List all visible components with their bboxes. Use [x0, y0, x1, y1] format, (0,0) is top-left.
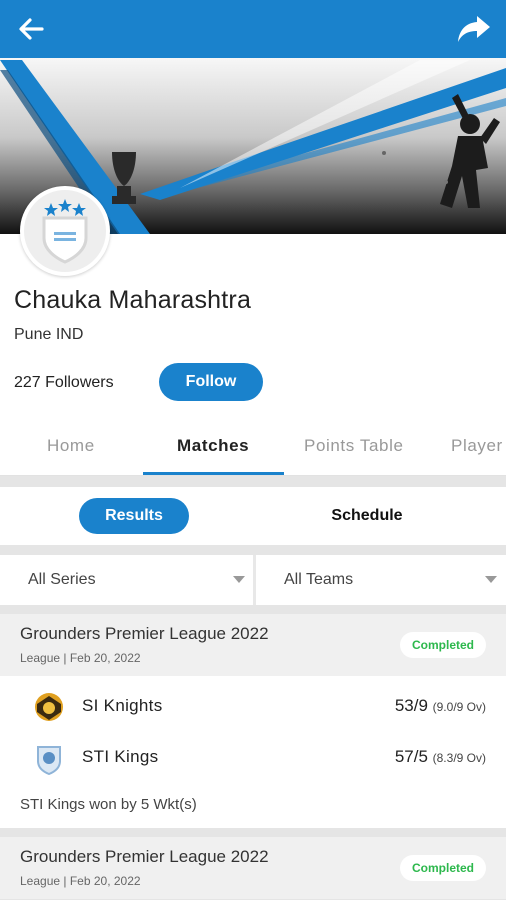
app-bar: [0, 0, 506, 58]
match-meta: League | Feb 20, 2022: [20, 874, 141, 888]
match-card-body[interactable]: SI Knights 53/9 (9.0/9 Ov) STI Kings 57/…: [0, 676, 506, 828]
follow-button[interactable]: Follow: [159, 363, 263, 401]
match-series-title: Grounders Premier League 2022: [20, 624, 269, 643]
team-score-row: SI Knights 53/9 (9.0/9 Ov): [0, 686, 506, 726]
tab-home[interactable]: Home: [47, 436, 95, 456]
match-meta: League | Feb 20, 2022: [20, 651, 141, 665]
team-name: SI Knights: [82, 696, 163, 715]
divider: [0, 475, 506, 476]
results-schedule-toggle: Results Schedule: [0, 487, 506, 545]
share-arrow-icon[interactable]: [456, 12, 492, 46]
arrow-left-icon[interactable]: [14, 12, 48, 46]
results-button[interactable]: Results: [79, 498, 189, 534]
trophy-icon: [112, 152, 136, 204]
team-crest-icon: [37, 746, 61, 775]
tab-matches[interactable]: Matches: [177, 436, 249, 456]
match-series-title: Grounders Premier League 2022: [20, 847, 269, 866]
match-card-header[interactable]: Grounders Premier League 2022 League | F…: [0, 837, 506, 899]
schedule-button[interactable]: Schedule: [312, 498, 422, 534]
chevron-down-icon: [485, 576, 497, 583]
followers-count: 227 Followers: [14, 374, 114, 391]
team-score: 57/5 (8.3/9 Ov): [395, 747, 486, 767]
filter-bar: All Series All Teams: [0, 555, 506, 605]
team-logo: [20, 186, 110, 276]
status-badge: Completed: [400, 855, 486, 881]
match-card-header[interactable]: Grounders Premier League 2022 League | F…: [0, 614, 506, 676]
series-filter-label: All Series: [28, 571, 96, 588]
team-name: Chauka Maharashtra: [14, 286, 252, 314]
runs-wickets: 53/9: [394, 696, 428, 715]
teams-filter-dropdown[interactable]: All Teams: [256, 555, 506, 605]
chevron-down-icon: [233, 576, 245, 583]
tab-bar: Home Matches Points Table Player: [0, 424, 506, 476]
team-name: STI Kings: [82, 747, 159, 766]
series-filter-dropdown[interactable]: All Series: [0, 555, 253, 605]
team-shield-icon: [42, 199, 88, 264]
match-result: STI Kings won by 5 Wkt(s): [20, 796, 197, 813]
runs-wickets: 57/5: [394, 747, 428, 766]
team-score-row: STI Kings 57/5 (8.3/9 Ov): [0, 737, 506, 777]
status-badge: Completed: [400, 632, 486, 658]
overs: (8.3/9 Ov): [432, 751, 486, 765]
tab-player[interactable]: Player: [451, 436, 503, 456]
overs: (9.0/9 Ov): [432, 700, 486, 714]
team-crest-icon: [35, 693, 63, 721]
team-location: Pune IND: [14, 326, 84, 343]
tab-points-table[interactable]: Points Table: [304, 436, 404, 456]
teams-filter-label: All Teams: [284, 571, 354, 588]
team-score: 53/9 (9.0/9 Ov): [395, 696, 486, 716]
